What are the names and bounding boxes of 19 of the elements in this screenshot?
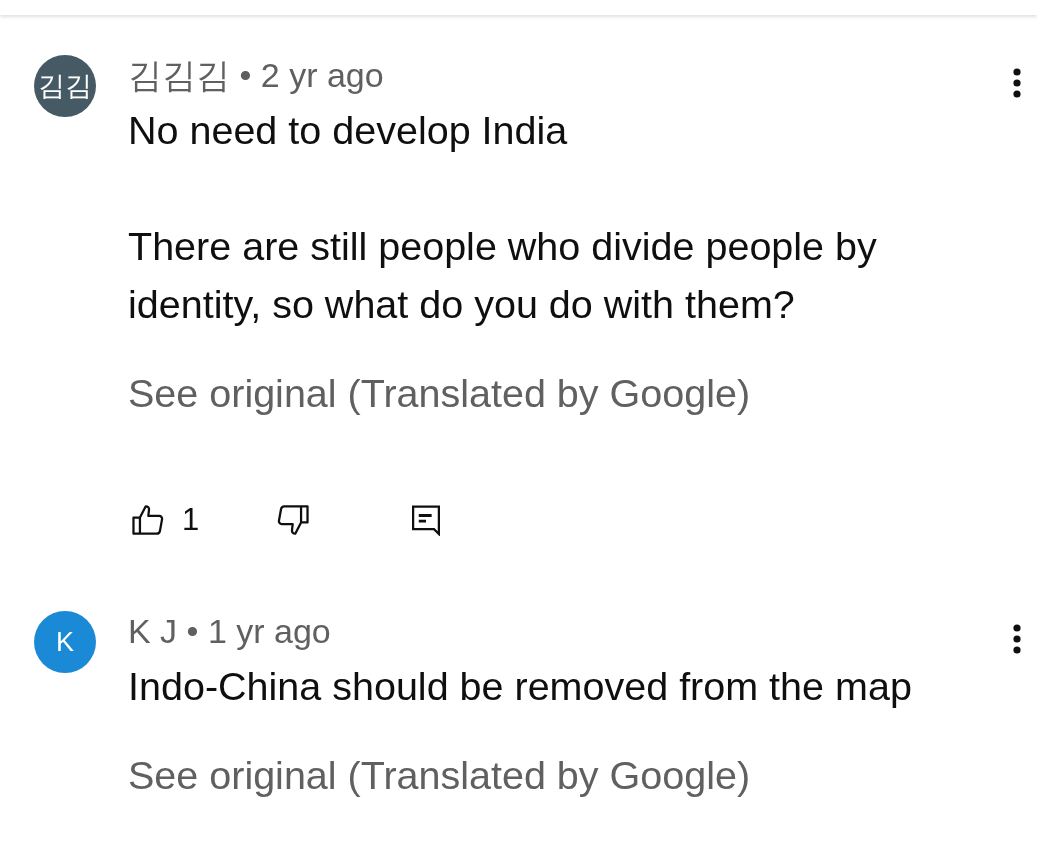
thumbs-down-icon [277, 505, 309, 535]
comment-byline: K J • 1 yr ago [128, 611, 331, 651]
see-original-link[interactable]: See original (Translated by Google) [128, 364, 751, 422]
comment-text: Indo-China should be removed from the map [128, 663, 913, 710]
avatar: 김김 [34, 55, 96, 117]
dislike-button[interactable] [277, 505, 309, 535]
more-vertical-icon [1013, 624, 1021, 654]
more-vertical-icon [1013, 68, 1021, 98]
see-original-link[interactable]: See original (Translated by Google) [128, 746, 751, 804]
comment-icon [412, 504, 440, 536]
reply-button[interactable] [412, 504, 440, 536]
comment-text: There are still people who divide people by identity, so what do you do with them? [128, 223, 878, 328]
like-button[interactable]: 1 [132, 502, 200, 538]
thumbs-up-icon [132, 505, 164, 535]
comment-byline: 김김김 • 2 yr ago [128, 55, 384, 95]
avatar: K [34, 611, 96, 673]
more-options-button[interactable] [1013, 624, 1021, 654]
comment-text: No need to develop India [128, 107, 569, 154]
more-options-button[interactable] [1013, 68, 1021, 98]
